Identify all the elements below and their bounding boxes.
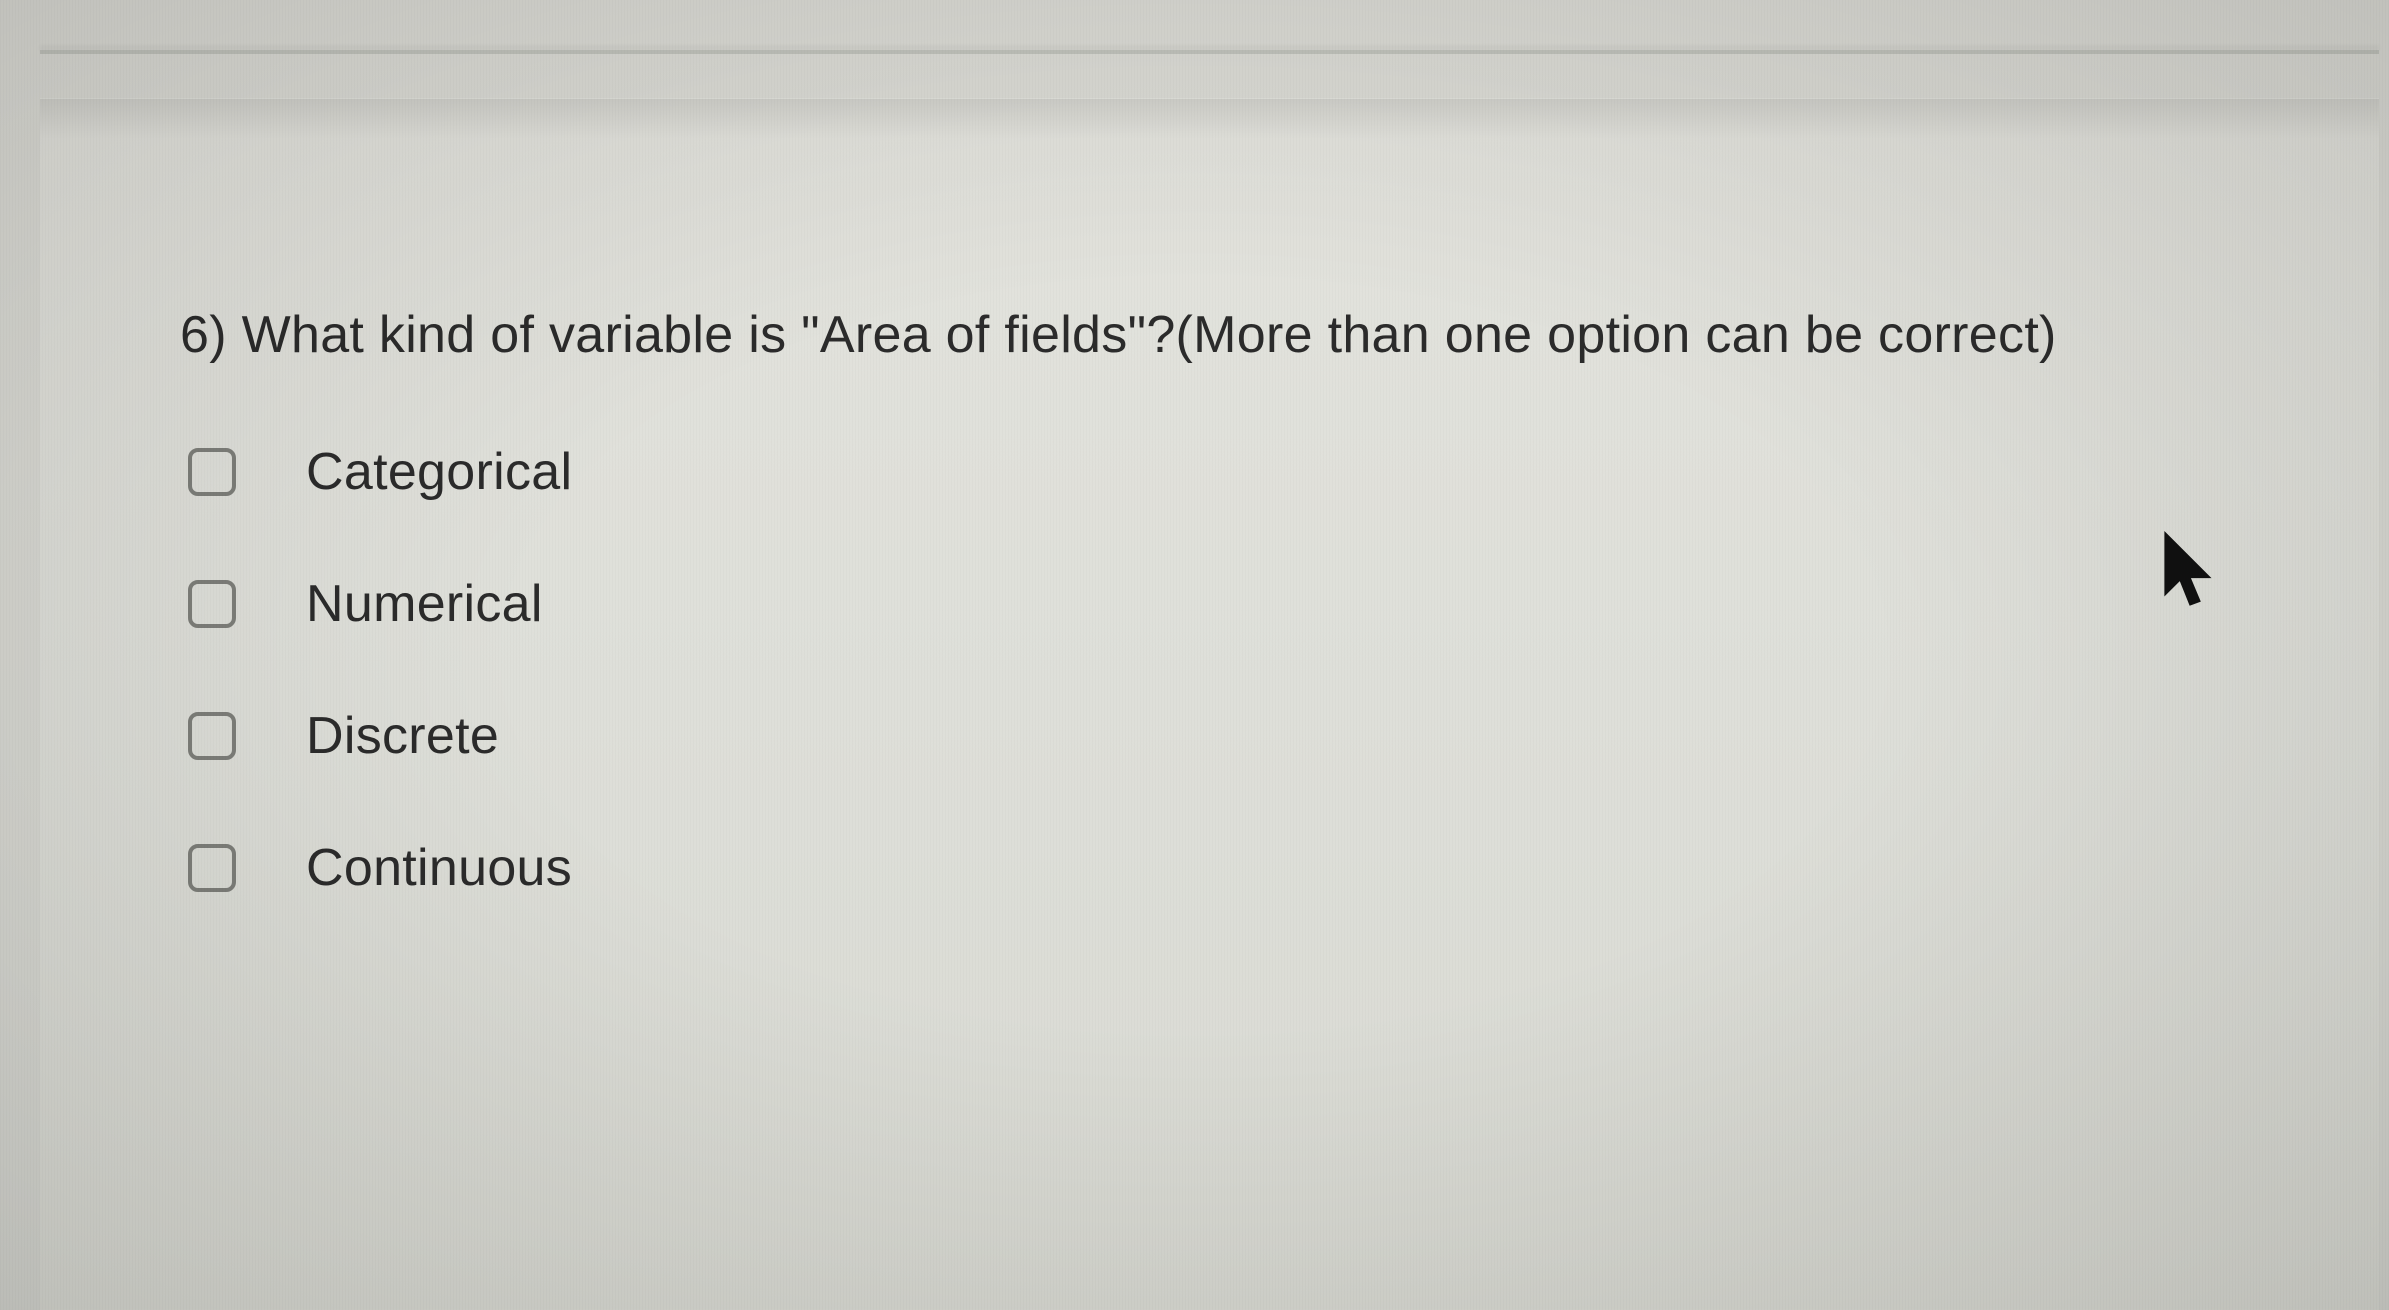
option-label: Categorical bbox=[306, 442, 572, 502]
option-row[interactable]: Categorical bbox=[188, 442, 2239, 502]
option-row[interactable]: Numerical bbox=[188, 574, 2239, 634]
options-list: Categorical Numerical Discrete Continuou… bbox=[180, 442, 2239, 898]
option-label: Discrete bbox=[306, 706, 499, 766]
checkbox[interactable] bbox=[188, 844, 236, 892]
option-row[interactable]: Continuous bbox=[188, 838, 2239, 898]
checkbox[interactable] bbox=[188, 580, 236, 628]
option-label: Continuous bbox=[306, 838, 572, 898]
question-text: 6) What kind of variable is "Area of fie… bbox=[180, 299, 2239, 372]
checkbox[interactable] bbox=[188, 448, 236, 496]
question-number: 6) bbox=[180, 306, 227, 364]
question-body: What kind of variable is "Area of fields… bbox=[242, 306, 2057, 364]
option-row[interactable]: Discrete bbox=[188, 706, 2239, 766]
checkbox[interactable] bbox=[188, 712, 236, 760]
top-divider bbox=[40, 50, 2379, 54]
option-label: Numerical bbox=[306, 574, 543, 634]
question-card: 6) What kind of variable is "Area of fie… bbox=[40, 98, 2379, 1310]
